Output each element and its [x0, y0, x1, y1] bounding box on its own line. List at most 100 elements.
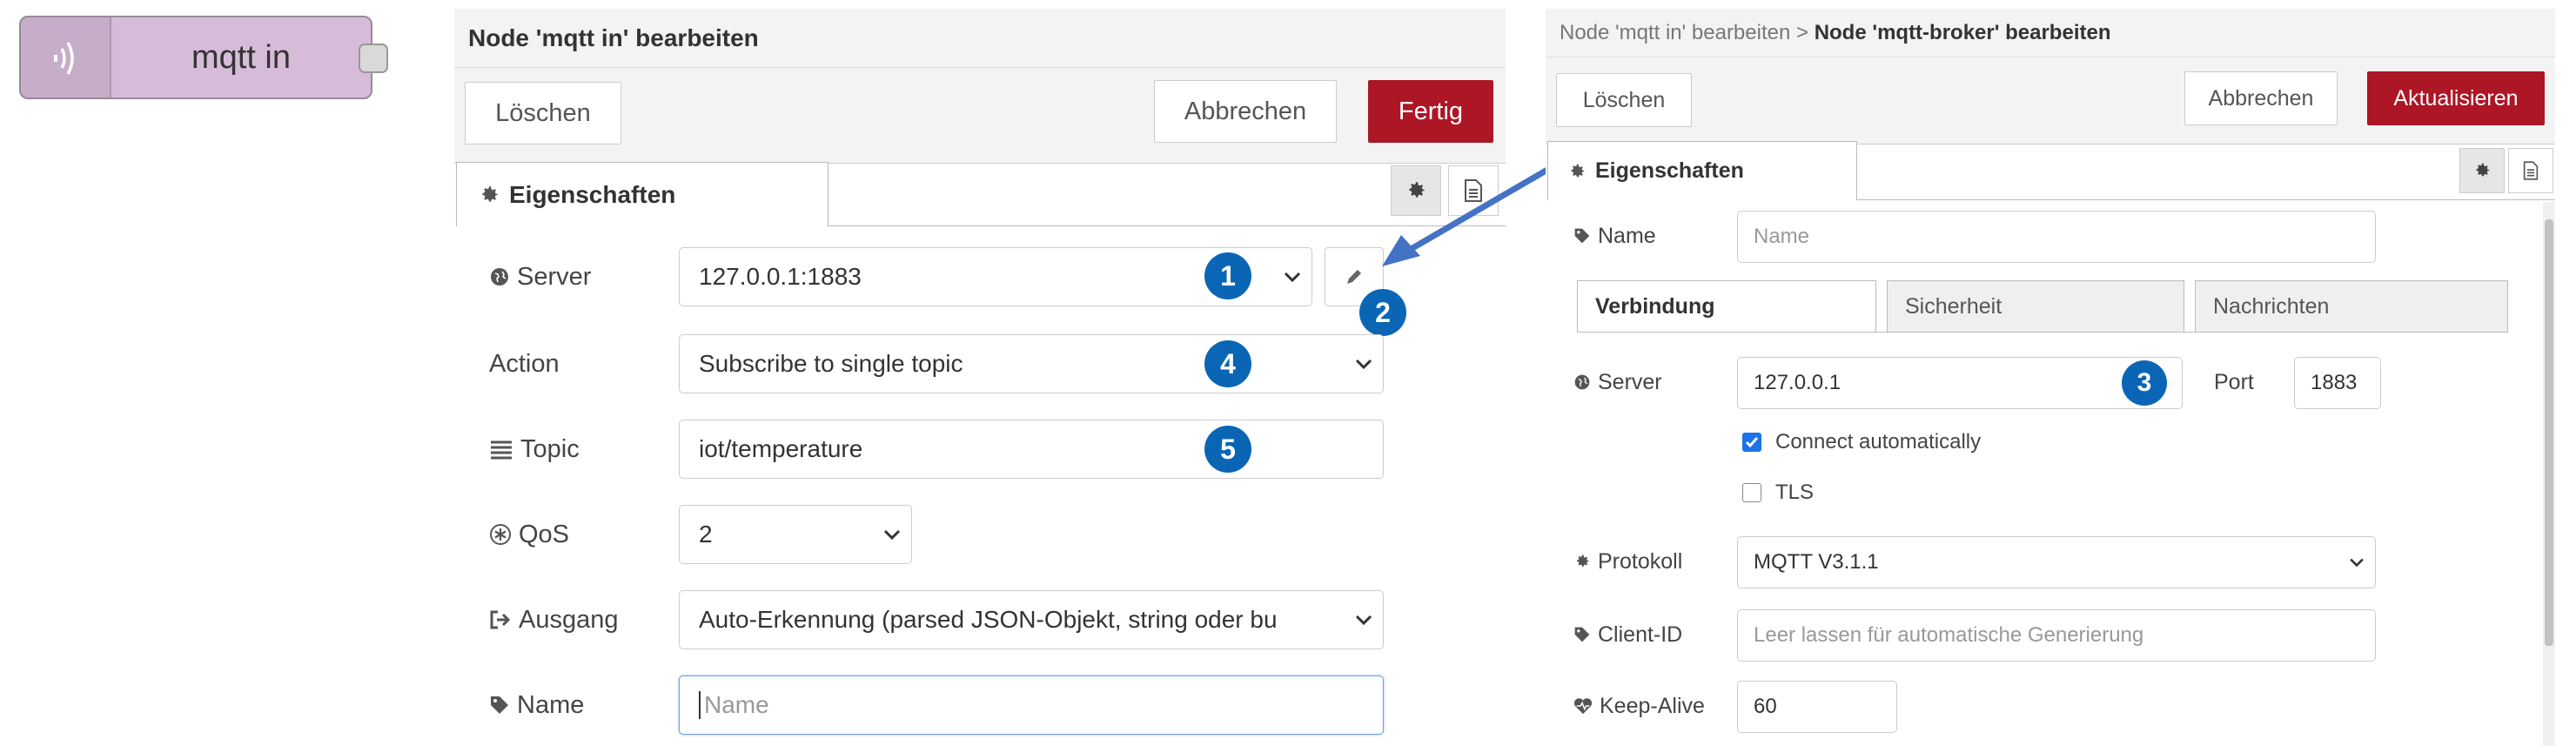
- marker-2: 2: [1359, 289, 1406, 336]
- node-label: mqtt in: [191, 38, 292, 76]
- action-label: Action: [489, 349, 560, 378]
- tls-row[interactable]: TLS: [1742, 475, 1814, 510]
- breadcrumb-parent[interactable]: Node 'mqtt in' bearbeiten: [1560, 21, 1790, 45]
- keepalive-input[interactable]: 60: [1737, 681, 1897, 733]
- connect-auto-label: Connect automatically: [1775, 430, 1982, 454]
- mqtt-in-editor: Node 'mqtt in' bearbeiten Löschen Abbrec…: [454, 9, 1506, 746]
- broker-name-input[interactable]: Name: [1737, 211, 2376, 263]
- asterisk-circle-icon: [490, 524, 511, 545]
- broker-tab-properties[interactable]: Eigenschaften: [1547, 141, 1857, 200]
- name-input[interactable]: Name: [679, 675, 1384, 735]
- gear-icon: [482, 185, 498, 202]
- gear-icon: [1571, 164, 1585, 177]
- connect-auto-checkbox[interactable]: [1742, 433, 1761, 452]
- broker-cancel-button[interactable]: Abbrechen: [2184, 71, 2338, 125]
- subtab-messages[interactable]: Nachrichten: [2195, 280, 2508, 333]
- checkmark-icon: [1745, 437, 1759, 448]
- name-placeholder: Name: [704, 691, 769, 718]
- connect-auto-row[interactable]: Connect automatically: [1742, 425, 1981, 460]
- tasks-icon: [491, 440, 512, 460]
- client-id-label-row: Client-ID: [1573, 613, 1682, 656]
- tls-label: TLS: [1775, 481, 1815, 504]
- action-label-row: Action: [489, 339, 560, 388]
- marker-5: 5: [1204, 426, 1251, 473]
- port-value: 1883: [2311, 371, 2358, 394]
- broker-description-button[interactable]: [2508, 148, 2553, 193]
- output-label: Ausgang: [519, 605, 619, 634]
- node-icon-area: [21, 17, 111, 97]
- action-value: Subscribe to single topic: [699, 350, 963, 377]
- sign-out-icon: [490, 610, 511, 629]
- port-input[interactable]: 1883: [2294, 357, 2381, 409]
- server-label-row: Server: [489, 252, 591, 301]
- mqtt-in-node[interactable]: mqtt in: [19, 16, 372, 99]
- globe-icon: [1574, 374, 1590, 390]
- broker-delete-button[interactable]: Löschen: [1556, 73, 1692, 127]
- topic-input[interactable]: iot/temperature: [679, 420, 1384, 479]
- topic-label-row: Topic: [489, 425, 580, 474]
- keepalive-label-row: Keep-Alive: [1573, 684, 1705, 728]
- marker-3: 3: [2122, 360, 2167, 406]
- update-button[interactable]: Aktualisieren: [2367, 71, 2545, 125]
- done-button[interactable]: Fertig: [1368, 80, 1493, 143]
- topic-value: iot/temperature: [699, 435, 863, 462]
- subtab-underline: [1577, 332, 2508, 333]
- port-label: Port: [2214, 369, 2254, 394]
- server-value: 127.0.0.1:1883: [699, 263, 862, 290]
- broker-name-placeholder: Name: [1754, 225, 1810, 248]
- chevron-down-icon: [2350, 558, 2364, 568]
- qos-label: QoS: [519, 520, 570, 548]
- chevron-down-icon: [883, 529, 901, 541]
- client-id-placeholder: Leer lassen für automatische Generierung: [1754, 623, 2144, 647]
- keepalive-label: Keep-Alive: [1600, 693, 1705, 718]
- delete-button[interactable]: Löschen: [465, 82, 621, 144]
- tab-properties-label: Eigenschaften: [509, 180, 676, 208]
- breadcrumb-current: Node 'mqtt-broker' bearbeiten: [1814, 21, 2111, 44]
- broker-server-input[interactable]: 127.0.0.1: [1737, 357, 2183, 409]
- broker-tab-underline: [1857, 199, 2555, 200]
- tag-icon: [1574, 228, 1590, 244]
- name-label: Name: [517, 690, 585, 719]
- protocol-label-row: Protokoll: [1573, 540, 1682, 583]
- cancel-button[interactable]: Abbrechen: [1154, 80, 1337, 143]
- protocol-select[interactable]: MQTT V3.1.1: [1737, 536, 2376, 588]
- server-label: Server: [517, 262, 592, 291]
- protocol-value: MQTT V3.1.1: [1754, 550, 1879, 574]
- broker-settings-button[interactable]: [2459, 148, 2505, 193]
- tls-checkbox[interactable]: [1742, 483, 1761, 502]
- tab-properties[interactable]: Eigenschaften: [456, 162, 828, 226]
- chevron-down-icon: [1355, 359, 1372, 370]
- subtab-connection[interactable]: Verbindung: [1577, 280, 1876, 333]
- pencil-icon: [1347, 270, 1361, 284]
- qos-select[interactable]: 2: [679, 505, 912, 564]
- tag-icon: [491, 696, 508, 714]
- tag-icon: [1574, 627, 1590, 642]
- qos-label-row: QoS: [489, 510, 569, 559]
- editor-title: Node 'mqtt in' bearbeiten: [468, 24, 759, 51]
- broker-tab-properties-label: Eigenschaften: [1595, 158, 1744, 183]
- topic-label: Topic: [520, 434, 580, 463]
- text-cursor: [699, 691, 701, 719]
- qos-value: 2: [699, 521, 713, 548]
- broker-server-value: 127.0.0.1: [1754, 371, 1841, 394]
- marker-1: 1: [1204, 252, 1251, 299]
- gear-icon: [2476, 163, 2490, 177]
- mqtt-broker-editor: Node 'mqtt in' bearbeiten > Node 'mqtt-b…: [1546, 9, 2555, 746]
- client-id-input[interactable]: Leer lassen für automatische Generierung: [1737, 609, 2376, 662]
- output-select[interactable]: Auto-Erkennung (parsed JSON-Objekt, stri…: [679, 590, 1384, 649]
- protocol-label: Protokoll: [1598, 548, 1683, 574]
- broker-name-label-row: Name: [1573, 214, 1656, 258]
- output-value: Auto-Erkennung (parsed JSON-Objekt, stri…: [699, 606, 1278, 633]
- node-output-port[interactable]: [359, 44, 388, 73]
- subtab-security[interactable]: Sicherheit: [1887, 280, 2184, 333]
- bridge-waves-icon: [54, 42, 74, 75]
- client-id-label: Client-ID: [1598, 622, 1683, 647]
- breadcrumb-separator: >: [1790, 21, 1815, 44]
- gear-icon: [1577, 554, 1589, 567]
- chevron-down-icon: [1284, 272, 1301, 283]
- scrollbar-thumb[interactable]: [2545, 219, 2553, 646]
- action-select[interactable]: Subscribe to single topic: [679, 334, 1384, 393]
- chevron-down-icon: [1355, 615, 1372, 626]
- breadcrumb: Node 'mqtt in' bearbeiten > Node 'mqtt-b…: [1560, 9, 2110, 57]
- keepalive-value: 60: [1754, 695, 1777, 718]
